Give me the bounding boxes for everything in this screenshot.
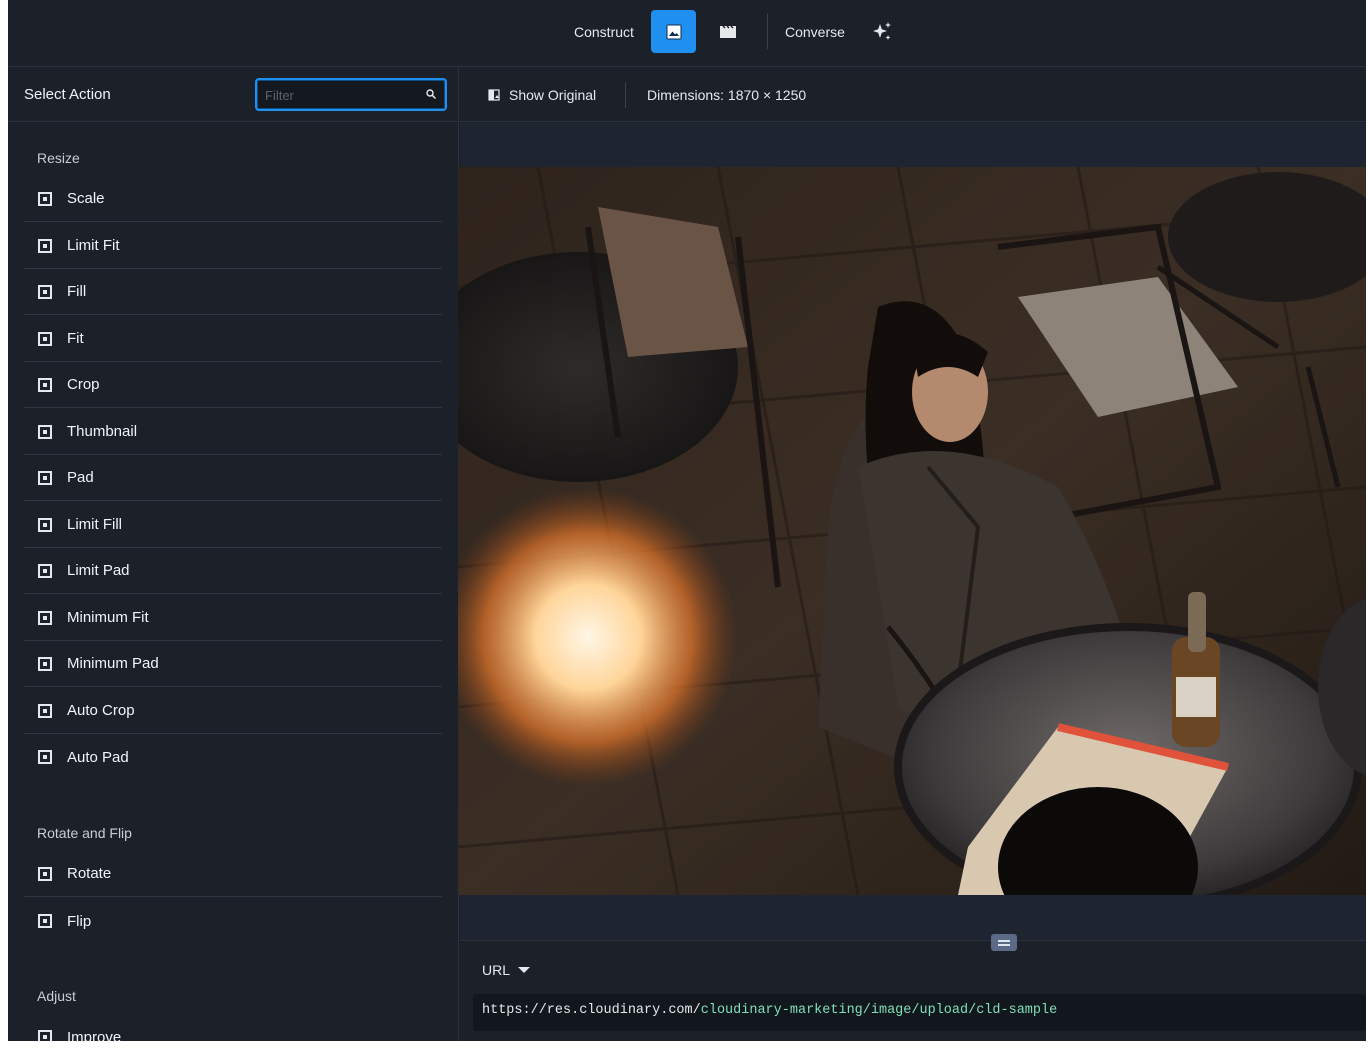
action-label: Limit Fill — [67, 516, 122, 533]
action-square-icon — [38, 470, 52, 485]
action-square-icon — [38, 656, 52, 671]
action-label: Fill — [67, 283, 87, 300]
action-label: Limit Fit — [67, 237, 120, 254]
section-title-rotate-flip: Rotate and Flip — [37, 825, 132, 841]
sidebar-header: Select Action — [8, 68, 458, 122]
action-item-rotate[interactable]: Rotate — [24, 851, 442, 897]
top-toolbar: Construct Converse — [8, 0, 1366, 67]
image-icon — [666, 24, 681, 39]
action-label: Crop — [67, 376, 100, 393]
construct-label[interactable]: Construct — [574, 24, 634, 40]
action-square-icon — [38, 238, 52, 253]
action-label: Minimum Fit — [67, 609, 149, 626]
action-label: Improve — [67, 1028, 122, 1042]
action-square-icon — [38, 331, 52, 346]
action-label: Minimum Pad — [67, 655, 159, 672]
compare-icon — [488, 89, 500, 101]
delivery-url-field[interactable]: https://res.cloudinary.com/cloudinary-ma… — [473, 994, 1366, 1031]
preview-image — [458, 167, 1366, 895]
video-mode-button[interactable] — [705, 10, 750, 53]
action-label: Fit — [67, 330, 84, 347]
action-square-icon — [38, 563, 52, 578]
action-label: Limit Pad — [67, 562, 130, 579]
action-item-improve[interactable]: Improve — [24, 1014, 442, 1041]
action-item-limit-fill[interactable]: Limit Fill — [24, 502, 442, 548]
action-item-fit[interactable]: Fit — [24, 316, 442, 362]
resize-handle[interactable] — [991, 934, 1017, 951]
action-square-icon — [38, 191, 52, 206]
action-label: Pad — [67, 469, 94, 486]
action-sidebar: Select Action Resize Scale Limit Fit Fil… — [8, 68, 459, 1041]
video-clapper-icon — [719, 25, 736, 38]
url-format-dropdown[interactable]: URL — [482, 962, 531, 978]
filter-input[interactable] — [265, 85, 415, 105]
action-item-limit-fit[interactable]: Limit Fit — [24, 223, 442, 269]
section-title-resize: Resize — [37, 150, 80, 166]
action-square-icon — [38, 424, 52, 439]
preview-canvas-top — [460, 123, 1366, 167]
action-square-icon — [38, 610, 52, 625]
action-item-limit-pad[interactable]: Limit Pad — [24, 548, 442, 594]
url-path: cloudinary-marketing/image/upload/cld-sa… — [700, 1003, 1058, 1018]
show-original-label: Show Original — [509, 87, 597, 103]
handle-line — [998, 939, 1010, 942]
show-original-button[interactable]: Show Original — [488, 87, 596, 103]
action-square-icon — [38, 1030, 52, 1041]
url-base: https://res.cloudinary.com/ — [482, 1003, 701, 1018]
dimensions-label: Dimensions: 1870 × 1250 — [647, 87, 807, 103]
converse-label[interactable]: Converse — [785, 24, 845, 40]
action-item-auto-crop[interactable]: Auto Crop — [24, 688, 442, 734]
url-format-label: URL — [482, 962, 511, 978]
action-square-icon — [38, 284, 52, 299]
sparkles-icon[interactable] — [870, 20, 894, 44]
handle-line — [998, 943, 1010, 946]
action-item-thumbnail[interactable]: Thumbnail — [24, 409, 442, 455]
filter-field[interactable] — [255, 78, 447, 111]
preview-canvas-bottom — [460, 895, 1366, 941]
action-item-minimum-fit[interactable]: Minimum Fit — [24, 595, 442, 641]
action-label: Scale — [67, 190, 105, 207]
action-label: Rotate — [67, 865, 112, 882]
image-mode-button[interactable] — [651, 10, 696, 53]
action-square-icon — [38, 866, 52, 881]
action-label: Flip — [67, 912, 92, 930]
action-item-minimum-pad[interactable]: Minimum Pad — [24, 641, 442, 687]
action-square-icon — [38, 377, 52, 392]
search-icon — [426, 89, 437, 100]
action-item-crop[interactable]: Crop — [24, 362, 442, 408]
action-item-fill[interactable]: Fill — [24, 269, 442, 315]
action-label: Thumbnail — [67, 423, 138, 440]
section-title-adjust: Adjust — [37, 988, 76, 1004]
action-item-flip[interactable]: Flip — [24, 898, 442, 944]
action-square-icon — [38, 750, 52, 764]
header-divider — [625, 82, 626, 108]
action-square-icon — [38, 703, 52, 718]
action-square-icon — [38, 914, 52, 928]
action-label: Auto Crop — [67, 702, 135, 719]
action-square-icon — [38, 517, 52, 532]
action-item-scale[interactable]: Scale — [24, 176, 442, 222]
chevron-down-icon — [518, 967, 531, 973]
app-window: Construct Converse Select Action Filter … — [8, 0, 1366, 1041]
sidebar-title: Select Action — [24, 86, 111, 103]
action-item-pad[interactable]: Pad — [24, 455, 442, 501]
preview-header: Show Original Dimensions: 1870 × 1250 — [460, 68, 1366, 122]
action-item-auto-pad[interactable]: Auto Pad — [24, 734, 442, 780]
action-label: Auto Pad — [67, 748, 129, 766]
toolbar-divider — [767, 14, 768, 49]
